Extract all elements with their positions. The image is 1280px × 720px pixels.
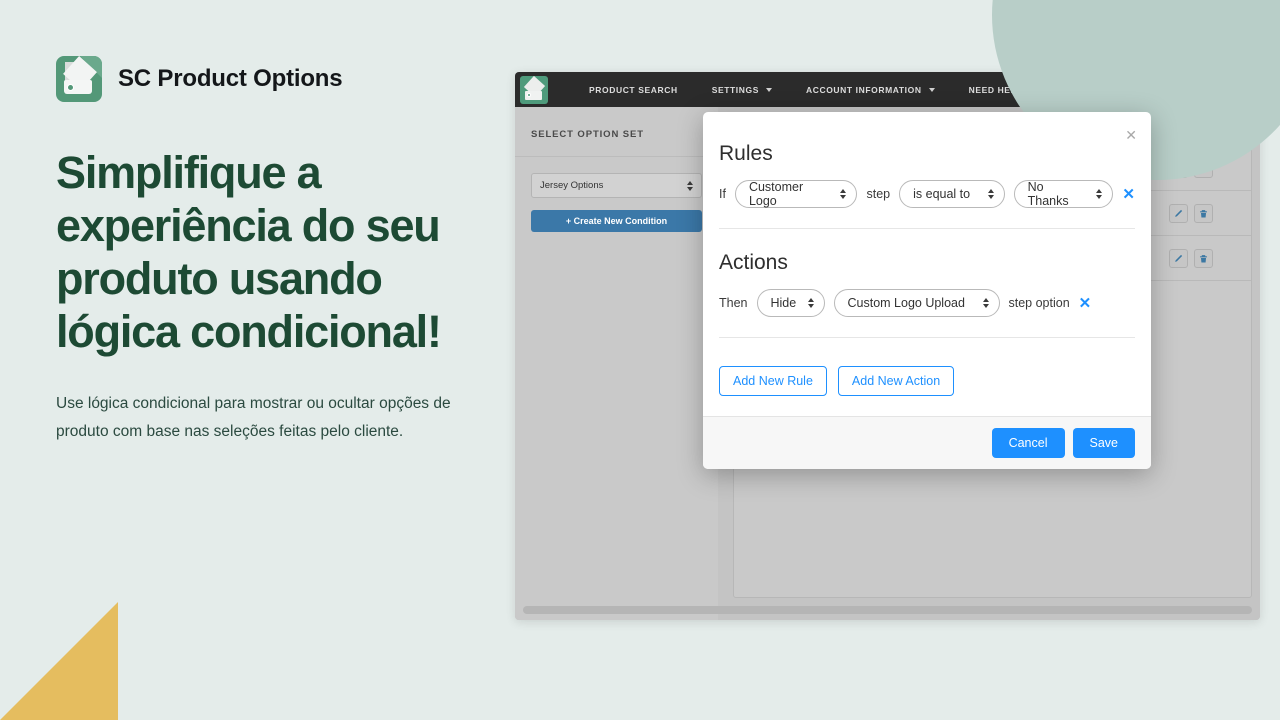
action-target-select[interactable]: Custom Logo Upload xyxy=(833,289,1000,317)
rule-option-value: No Thanks xyxy=(1027,180,1069,208)
if-label: If xyxy=(719,187,726,201)
add-new-rule-button[interactable]: Add New Rule xyxy=(719,366,827,396)
actions-section: Actions Then Hide Custom Logo Upload ste… xyxy=(703,229,1151,348)
nav-item-label: NEED HELP? xyxy=(968,84,1029,95)
actions-title: Actions xyxy=(719,251,788,274)
rule-operator-select[interactable]: is equal to xyxy=(899,180,1005,208)
stepper-icon xyxy=(807,298,814,308)
rule-field-select[interactable]: Customer Logo xyxy=(734,180,858,208)
action-row: Then Hide Custom Logo Upload step option… xyxy=(719,289,1135,317)
rules-title: Rules xyxy=(719,142,773,165)
add-buttons-row: Add New Rule Add New Action xyxy=(703,348,1151,416)
nav-item-additional-info[interactable]: ADDITIONAL INFO xyxy=(1058,85,1189,95)
cancel-button[interactable]: Cancel xyxy=(991,428,1065,458)
nav-item-product-search[interactable]: PRODUCT SEARCH xyxy=(572,85,695,95)
sc-product-options-logo-icon xyxy=(56,56,102,102)
sidebar-body: Jersey Options + Create New Condition xyxy=(515,157,718,248)
marketing-panel: SC Product Options Simplifique a experiê… xyxy=(56,56,496,445)
trash-icon[interactable] xyxy=(1194,158,1213,178)
rule-option-select[interactable]: No Thanks xyxy=(1013,180,1114,208)
nav-item-settings[interactable]: SETTINGS xyxy=(695,85,789,95)
add-new-action-button[interactable]: Add New Action xyxy=(837,366,955,396)
row-actions xyxy=(1169,248,1251,268)
app-sidebar: SELECT OPTION SET Jersey Options + Creat… xyxy=(515,107,718,620)
chevron-down-icon xyxy=(928,87,935,92)
nav-item-need-help[interactable]: NEED HELP? xyxy=(952,85,1059,95)
step-option-label: step option xyxy=(1008,296,1070,310)
rule-field-value: Customer Logo xyxy=(748,180,804,208)
page-subcopy: Use lógica condicional para mostrar ou o… xyxy=(56,395,451,440)
stepper-icon xyxy=(687,180,693,191)
stepper-icon xyxy=(1096,189,1103,199)
pencil-icon[interactable] xyxy=(1169,203,1188,223)
row-actions xyxy=(1169,203,1251,223)
decorative-triangle xyxy=(0,602,118,720)
horizontal-scrollbar[interactable] xyxy=(523,606,1252,614)
option-set-value: Jersey Options xyxy=(540,180,604,191)
app-logo-icon[interactable] xyxy=(520,75,548,104)
option-set-select[interactable]: Jersey Options xyxy=(531,173,702,198)
save-button[interactable]: Save xyxy=(1072,428,1135,458)
column-header-actions: Actions xyxy=(1169,126,1204,137)
nav-item-label: SETTINGS xyxy=(711,84,759,95)
app-navbar: PRODUCT SEARCH SETTINGS ACCOUNT INFORMAT… xyxy=(515,72,1260,107)
nav-item-account-information[interactable]: ACCOUNT INFORMATION xyxy=(789,85,952,95)
trash-icon[interactable] xyxy=(1194,203,1213,223)
nav-item-label: ACCOUNT INFORMATION xyxy=(806,84,922,95)
rules-section: Rules If Customer Logo step is equal to … xyxy=(703,112,1151,229)
trash-icon[interactable] xyxy=(1194,248,1213,268)
action-target-value: Custom Logo Upload xyxy=(847,296,965,310)
nav-item-label: ADDITIONAL INFO xyxy=(1075,84,1160,95)
stepper-icon xyxy=(840,189,847,199)
modal-footer: Cancel Save xyxy=(703,416,1151,469)
chevron-down-icon xyxy=(1166,87,1173,92)
brand-row: SC Product Options xyxy=(56,56,496,102)
section-divider xyxy=(719,337,1135,338)
then-label: Then xyxy=(719,296,748,310)
create-new-condition-button[interactable]: + Create New Condition xyxy=(531,210,702,232)
rule-operator-value: is equal to xyxy=(913,187,971,201)
close-icon[interactable]: ✕ xyxy=(1125,128,1137,142)
stepper-icon xyxy=(982,298,989,308)
action-verb-select[interactable]: Hide xyxy=(756,289,825,317)
stepper-icon xyxy=(987,189,994,199)
select-option-set-heading: SELECT OPTION SET xyxy=(515,107,718,157)
action-verb-value: Hide xyxy=(770,296,797,310)
remove-action-icon[interactable]: ✕ xyxy=(1079,296,1092,311)
page-headline: Simplifique a experiência do seu produto… xyxy=(56,147,442,358)
row-actions xyxy=(1169,158,1251,178)
chevron-down-icon xyxy=(1035,87,1042,92)
step-label: step xyxy=(866,187,891,201)
chevron-down-icon xyxy=(766,87,772,92)
brand-title: SC Product Options xyxy=(118,65,343,92)
remove-rule-icon[interactable]: ✕ xyxy=(1122,187,1135,202)
pencil-icon[interactable] xyxy=(1169,158,1188,178)
nav-item-label: PRODUCT SEARCH xyxy=(589,84,678,95)
pencil-icon[interactable] xyxy=(1169,248,1188,268)
rule-row: If Customer Logo step is equal to No Tha… xyxy=(719,180,1135,208)
rules-modal: ✕ Rules If Customer Logo step is equal t… xyxy=(703,112,1151,469)
